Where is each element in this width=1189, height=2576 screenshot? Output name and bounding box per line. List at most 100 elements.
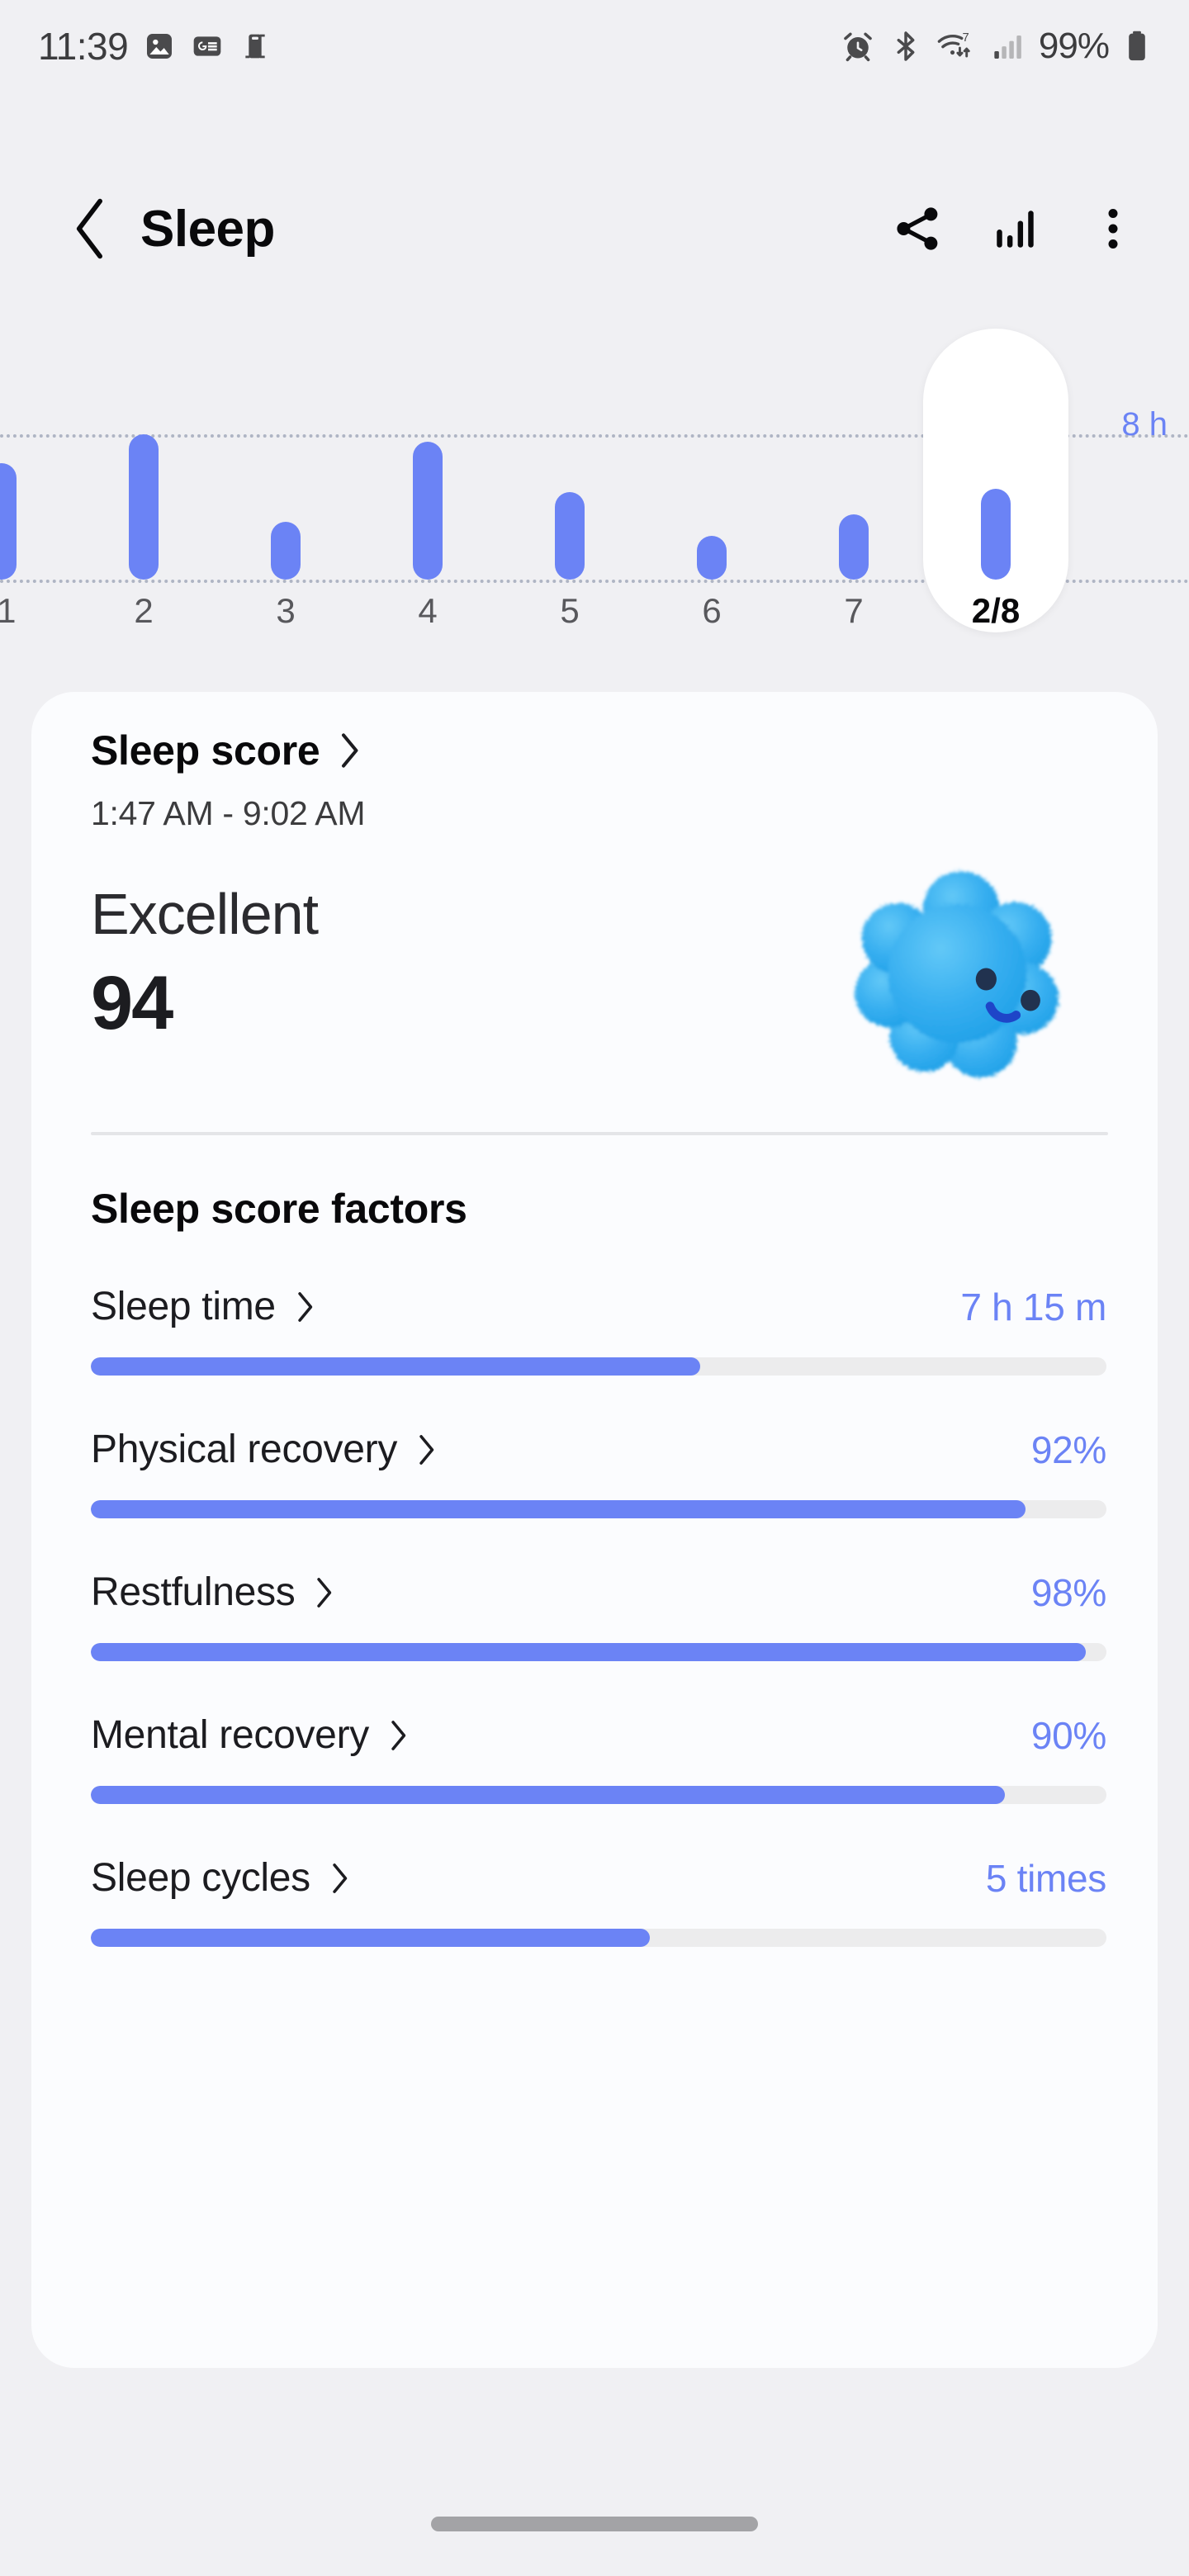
wifi-band-badge: 7 <box>962 31 969 45</box>
dual-screen-icon <box>239 30 272 63</box>
sleep-score-header[interactable]: Sleep score <box>91 727 1106 774</box>
sleep-factor-value: 90% <box>1030 1713 1106 1757</box>
chart-bar[interactable]: 4 <box>358 355 497 652</box>
chart-bar-fill <box>555 492 585 580</box>
sleep-factor-row[interactable]: Mental recovery 90% <box>91 1712 1106 1804</box>
sleep-factor-progress-fill <box>91 1786 1005 1804</box>
sleep-factor-left: Restfulness <box>91 1570 336 1615</box>
share-button[interactable] <box>872 182 964 275</box>
sleep-factor-progress-track <box>91 1929 1106 1947</box>
chart-bars: /1 2 3 4 5 6 7 2/8 <box>0 329 1189 652</box>
sleep-factor-value: 5 times <box>985 1856 1106 1900</box>
sleep-factor-left: Sleep time <box>91 1284 317 1329</box>
gallery-icon <box>143 30 176 63</box>
sleep-time-range: 1:47 AM - 9:02 AM <box>91 794 366 832</box>
sleep-factor-header: Sleep time 7 h 15 m <box>91 1284 1106 1329</box>
bar-chart-button[interactable] <box>969 182 1062 275</box>
sleep-factor-progress-track <box>91 1643 1106 1661</box>
bluetooth-icon <box>889 30 922 63</box>
app-header: Sleep <box>0 175 1189 282</box>
chart-bar[interactable]: 2 <box>74 355 213 652</box>
chart-bar-label: 2/8 <box>971 591 1021 630</box>
sleep-factor-progress-fill <box>91 1929 650 1947</box>
chart-bar-fill <box>981 489 1011 580</box>
sleep-factor-header: Restfulness 98% <box>91 1570 1106 1615</box>
page-title: Sleep <box>140 200 275 258</box>
sleep-factor-header: Physical recovery 92% <box>91 1427 1106 1472</box>
sleep-factor-row[interactable]: Sleep cycles 5 times <box>91 1855 1106 1947</box>
sleep-factor-row[interactable]: Sleep time 7 h 15 m <box>91 1284 1106 1376</box>
sleep-factor-progress-fill <box>91 1643 1087 1661</box>
sleep-factor-left: Mental recovery <box>91 1712 410 1758</box>
chart-bar-track <box>926 355 1065 583</box>
signal-icon <box>990 30 1025 63</box>
sleep-factor-name: Sleep cycles <box>91 1856 310 1900</box>
sleep-factor-progress-fill <box>91 1500 1026 1518</box>
sleep-score-card: Sleep score 1:47 AM - 9:02 AM Excellent … <box>31 692 1158 2368</box>
sleep-score-label: Sleep score <box>91 727 320 774</box>
chart-bar-fill <box>129 434 159 580</box>
chart-bar-label: 7 <box>844 591 864 630</box>
chart-bar-track <box>216 355 355 583</box>
alarm-icon <box>841 29 875 64</box>
sleep-factor-value: 92% <box>1030 1428 1106 1471</box>
chart-bar-label: 5 <box>560 591 580 630</box>
chart-bar-track <box>784 355 923 583</box>
chart-bar-track <box>358 355 497 583</box>
chart-bar-track <box>74 355 213 583</box>
weekly-sleep-chart[interactable]: 8 h /12345672/8 <box>0 329 1189 652</box>
phone-screen: 11:39 7 99% Sleep 8 h 1 2 3 4 5 6 7 2/8 … <box>0 0 1189 2576</box>
wifi-icon: 7 <box>936 29 976 64</box>
sleep-score-factors-title: Sleep score factors <box>91 1186 467 1232</box>
chart-bar-fill <box>697 536 727 580</box>
chevron-right-icon <box>298 1291 313 1322</box>
sleep-cloud-mascot-icon <box>846 858 1077 1089</box>
chart-bar-label: /1 <box>0 591 17 630</box>
sleep-factor-left: Physical recovery <box>91 1427 438 1472</box>
sleep-factor-progress-fill <box>91 1357 700 1376</box>
more-options-button[interactable] <box>1067 182 1159 275</box>
chevron-right-icon <box>317 1577 332 1608</box>
chart-bar[interactable]: 6 <box>642 355 781 652</box>
sleep-factor-progress-track <box>91 1786 1106 1804</box>
chevron-right-icon <box>391 1720 406 1750</box>
sleep-factor-progress-track <box>91 1500 1106 1518</box>
sleep-factor-name: Physical recovery <box>91 1428 398 1471</box>
chart-bar-fill <box>0 463 17 580</box>
chart-bar-fill <box>839 514 869 580</box>
status-bar: 11:39 7 99% <box>0 0 1189 92</box>
chart-bar-fill <box>413 441 443 580</box>
sleep-factor-row[interactable]: Physical recovery 92% <box>91 1427 1106 1518</box>
sleep-factor-progress-track <box>91 1357 1106 1376</box>
chart-bar[interactable]: 3 <box>216 355 355 652</box>
back-button[interactable] <box>51 196 130 262</box>
sleep-score-factors-list: Sleep time 7 h 15 m Physical recovery 92% Re… <box>91 1284 1106 1947</box>
sleep-factor-name: Sleep time <box>91 1285 276 1328</box>
bar-chart-icon <box>997 211 1034 248</box>
chevron-right-icon <box>342 733 358 768</box>
sleep-factor-row[interactable]: Restfulness 98% <box>91 1570 1106 1661</box>
news-icon <box>191 30 224 63</box>
battery-icon <box>1123 29 1151 64</box>
chart-bar-fill <box>271 521 301 580</box>
chart-bar-label: 6 <box>702 591 722 630</box>
status-bar-clock: 11:39 <box>38 25 129 68</box>
sleep-factor-name: Mental recovery <box>91 1713 369 1757</box>
chart-bar-selected[interactable]: 2/8 <box>923 329 1068 652</box>
chevron-right-icon <box>333 1863 348 1893</box>
battery-percentage: 99% <box>1038 26 1110 66</box>
chart-bar[interactable]: 7 <box>784 355 923 652</box>
navigation-bar <box>0 2431 1189 2576</box>
home-gesture-bar[interactable] <box>431 2517 758 2531</box>
chart-bar-label: 2 <box>134 591 154 630</box>
chart-bar-track <box>642 355 781 583</box>
chart-bar-track <box>500 355 639 583</box>
sleep-factor-value: 7 h 15 m <box>960 1285 1106 1328</box>
chart-bar[interactable]: 5 <box>500 355 639 652</box>
sleep-factor-left: Sleep cycles <box>91 1855 352 1901</box>
chart-bar[interactable]: /1 <box>0 355 71 652</box>
chevron-right-icon <box>419 1434 434 1465</box>
more-options-icon <box>1108 209 1118 249</box>
chart-bar-track <box>0 355 71 583</box>
sleep-factor-header: Mental recovery 90% <box>91 1712 1106 1758</box>
